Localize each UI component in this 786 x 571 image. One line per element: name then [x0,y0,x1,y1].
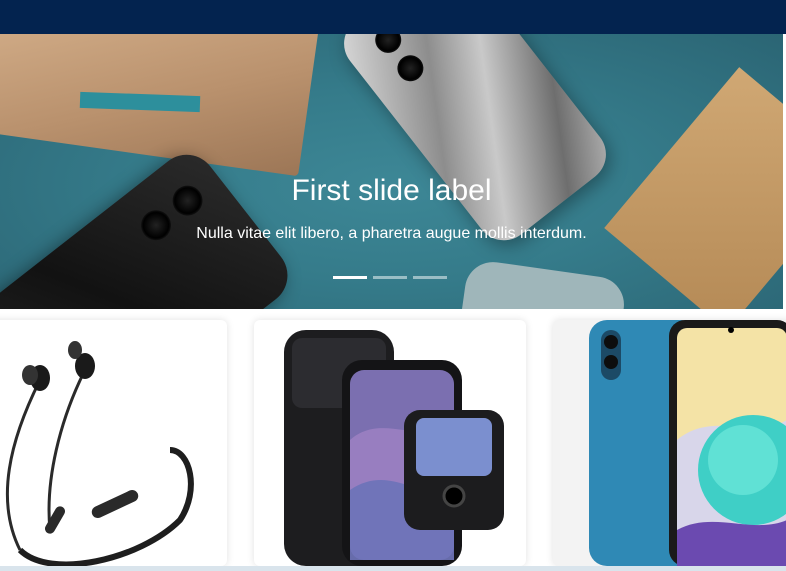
carousel-caption-text: Nulla vitae elit libero, a pharetra augu… [196,225,587,242]
earphones-image [5,341,194,566]
top-navbar [0,0,786,34]
carousel-caption: First slide label Nulla vitae elit liber… [0,34,783,309]
carousel-caption-title: First slide label [291,174,492,207]
product-card-earphones[interactable] [0,320,227,566]
hero-carousel[interactable]: First slide label Nulla vitae elit liber… [0,34,783,309]
carousel-indicator-1[interactable] [333,276,367,279]
product-card-smartphone[interactable] [553,320,786,566]
product-cards [0,320,786,566]
flip-phone-image [284,330,504,566]
carousel-indicator-3[interactable] [413,276,447,279]
carousel-indicators [333,276,447,279]
carousel-indicator-2[interactable] [373,276,407,279]
footer-strip [0,566,786,571]
product-card-flip-phone[interactable] [254,320,526,566]
blue-smartphone-image [589,320,786,566]
